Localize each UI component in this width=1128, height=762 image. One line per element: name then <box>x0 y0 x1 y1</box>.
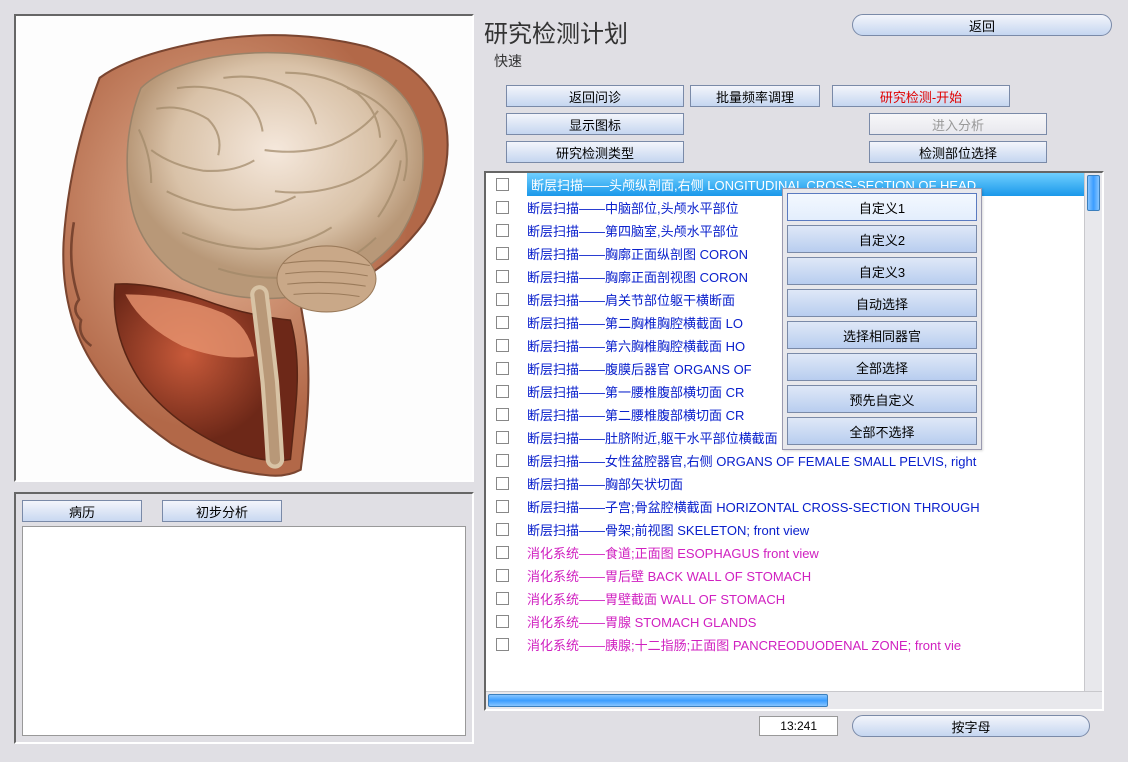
context-menu-item[interactable]: 自定义1 <box>787 193 977 221</box>
context-menu-item[interactable]: 自定义2 <box>787 225 977 253</box>
list-item-label: 消化系统——胃壁截面 WALL OF STOMACH <box>527 589 785 608</box>
checkbox[interactable] <box>496 615 509 628</box>
list-item-label: 断层扫描——女性盆腔器官,右侧 ORGANS OF FEMALE SMALL P… <box>527 451 976 470</box>
checkbox[interactable] <box>496 270 509 283</box>
page-subtitle: 快速 <box>494 51 1108 71</box>
show-icon-button[interactable]: 显示图标 <box>506 113 684 135</box>
return-consult-button[interactable]: 返回问诊 <box>506 85 684 107</box>
list-item-label: 消化系统——食道;正面图 ESOPHAGUS front view <box>527 543 819 562</box>
list-item-label: 断层扫描——子宫;骨盆腔横截面 HORIZONTAL CROSS-SECTION… <box>527 497 980 516</box>
research-type-button[interactable]: 研究检测类型 <box>506 141 684 163</box>
context-menu-item[interactable]: 选择相同器官 <box>787 321 977 349</box>
context-menu: 自定义1 自定义2 自定义3 自动选择选择相同器官全部选择预先自定义全部不选择 <box>782 188 982 450</box>
list-item-label: 消化系统——胃后壁 BACK WALL OF STOMACH <box>527 566 811 585</box>
tab-history[interactable]: 病历 <box>22 500 142 522</box>
batch-freq-button[interactable]: 批量频率调理 <box>690 85 820 107</box>
list-item-label: 断层扫描——第二腰椎腹部横切面 CR <box>527 405 744 424</box>
list-item[interactable]: 断层扫描——骨架;前视图 SKELETON; front view <box>486 518 1102 541</box>
context-menu-item[interactable]: 全部不选择 <box>787 417 977 445</box>
checkbox[interactable] <box>496 500 509 513</box>
horizontal-scrollbar[interactable] <box>486 691 1102 709</box>
back-button[interactable]: 返回 <box>852 14 1112 36</box>
horizontal-scroll-thumb[interactable] <box>488 694 828 707</box>
checkbox[interactable] <box>496 638 509 651</box>
checkbox[interactable] <box>496 523 509 536</box>
checkbox[interactable] <box>496 339 509 352</box>
sort-alpha-button[interactable]: 按字母 <box>852 715 1090 737</box>
list-item-label: 断层扫描——腹膜后器官 ORGANS OF <box>527 359 752 378</box>
vertical-scrollbar[interactable] <box>1084 173 1102 691</box>
list-item-label: 消化系统——胰腺;十二指肠;正面图 PANCREODUODENAL ZONE; … <box>527 635 961 654</box>
list-item-label: 消化系统——胃腺 STOMACH GLANDS <box>527 612 756 631</box>
list-item[interactable]: 断层扫描——子宫;骨盆腔横截面 HORIZONTAL CROSS-SECTION… <box>486 495 1102 518</box>
checkbox[interactable] <box>496 592 509 605</box>
list-item-label: 断层扫描——第一腰椎腹部横切面 CR <box>527 382 744 401</box>
list-item[interactable]: 消化系统——胃后壁 BACK WALL OF STOMACH <box>486 564 1102 587</box>
brain-anatomy-image <box>16 16 472 480</box>
list-item-label: 断层扫描——胸廓正面剖视图 CORON <box>527 267 748 286</box>
checkbox[interactable] <box>496 385 509 398</box>
history-content <box>22 526 466 736</box>
counter-display: 13:241 <box>759 716 838 736</box>
vertical-scroll-thumb[interactable] <box>1087 175 1100 211</box>
list-item[interactable]: 消化系统——胰腺;十二指肠;正面图 PANCREODUODENAL ZONE; … <box>486 633 1102 656</box>
context-menu-item[interactable]: 预先自定义 <box>787 385 977 413</box>
list-item[interactable]: 消化系统——胃壁截面 WALL OF STOMACH <box>486 587 1102 610</box>
list-item[interactable]: 断层扫描——女性盆腔器官,右侧 ORGANS OF FEMALE SMALL P… <box>486 449 1102 472</box>
list-item-label: 断层扫描——肩关节部位躯干横断面 <box>527 290 735 309</box>
list-item[interactable]: 消化系统——食道;正面图 ESOPHAGUS front view <box>486 541 1102 564</box>
list-item-label: 断层扫描——胸廓正面纵剖图 CORON <box>527 244 748 263</box>
list-item-label: 断层扫描——第六胸椎胸腔横截面 HO <box>527 336 745 355</box>
checkbox[interactable] <box>496 201 509 214</box>
checkbox[interactable] <box>496 454 509 467</box>
checkbox[interactable] <box>496 224 509 237</box>
list-item[interactable]: 消化系统——胃腺 STOMACH GLANDS <box>486 610 1102 633</box>
context-menu-item[interactable]: 自动选择 <box>787 289 977 317</box>
enter-analysis-button: 进入分析 <box>869 113 1047 135</box>
context-menu-item[interactable]: 全部选择 <box>787 353 977 381</box>
region-select-button[interactable]: 检测部位选择 <box>869 141 1047 163</box>
start-research-button[interactable]: 研究检测-开始 <box>832 85 1010 107</box>
list-item-label: 断层扫描——第二胸椎胸腔横截面 LO <box>527 313 743 332</box>
list-item-label: 断层扫描——第四脑室,头颅水平部位 <box>527 221 739 240</box>
history-panel: 病历 初步分析 <box>14 492 474 744</box>
anatomy-image-frame <box>14 14 474 482</box>
tab-prelim-analysis[interactable]: 初步分析 <box>162 500 282 522</box>
checkbox[interactable] <box>496 178 509 191</box>
context-menu-item[interactable]: 自定义3 <box>787 257 977 285</box>
list-item[interactable]: 断层扫描——胸部矢状切面 <box>486 472 1102 495</box>
checkbox[interactable] <box>496 293 509 306</box>
checkbox[interactable] <box>496 569 509 582</box>
checkbox[interactable] <box>496 362 509 375</box>
checkbox[interactable] <box>496 247 509 260</box>
checkbox[interactable] <box>496 408 509 421</box>
list-item-label: 断层扫描——骨架;前视图 SKELETON; front view <box>527 520 809 539</box>
checkbox[interactable] <box>496 431 509 444</box>
list-item-label: 断层扫描——胸部矢状切面 <box>527 474 683 493</box>
checkbox[interactable] <box>496 546 509 559</box>
checkbox[interactable] <box>496 316 509 329</box>
list-item-label: 断层扫描——中脑部位,头颅水平部位 <box>527 198 739 217</box>
checkbox[interactable] <box>496 477 509 490</box>
